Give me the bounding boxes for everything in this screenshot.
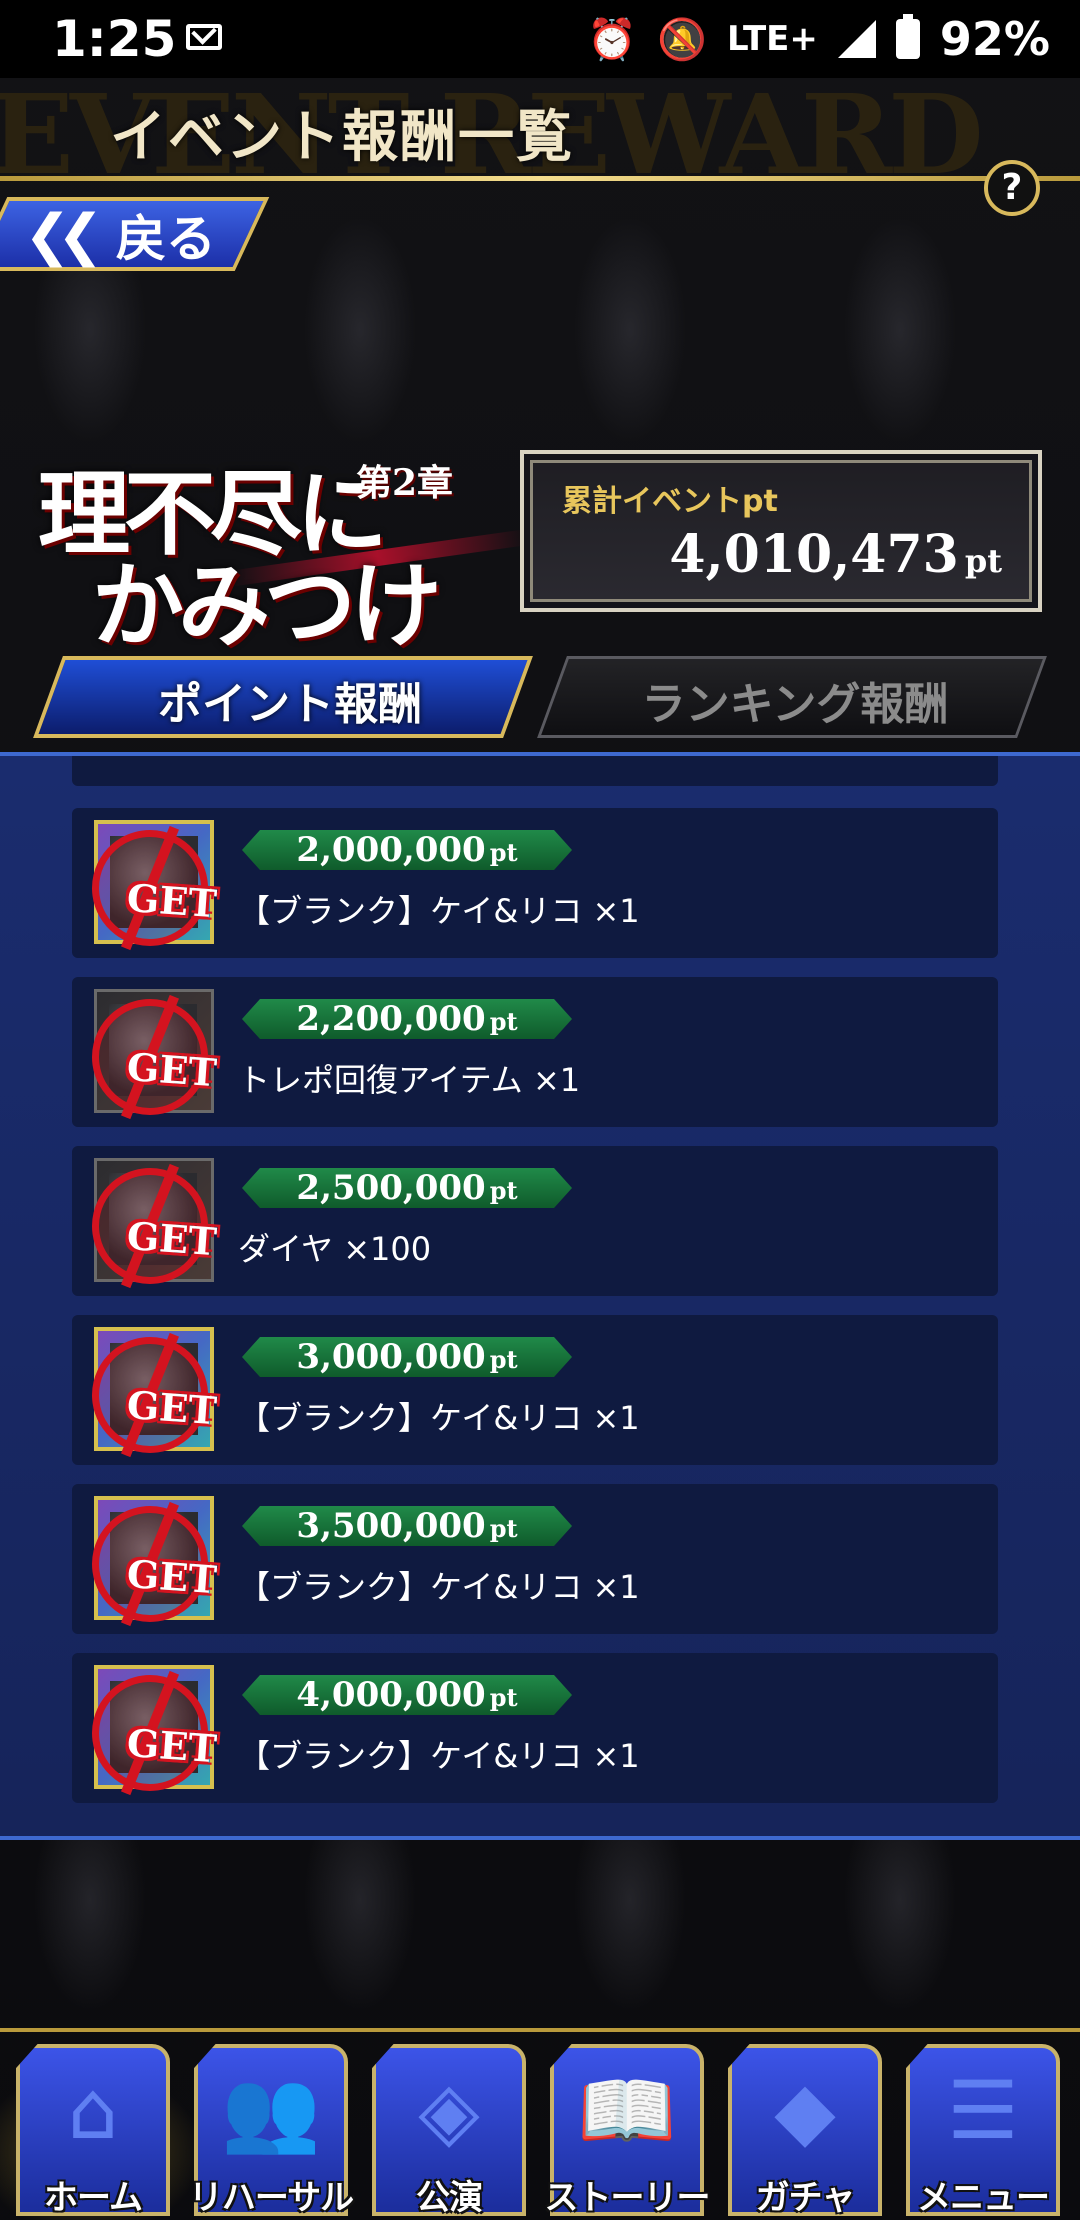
tab-point-rewards-label[interactable]: ポイント報酬 bbox=[60, 668, 520, 732]
rehearsal-icon: 👥 bbox=[221, 2064, 321, 2157]
event-points-box: 累計イベントpt 4,010,473 pt bbox=[520, 450, 1042, 612]
nav-menu-button[interactable]: ☰ メニュー bbox=[898, 2040, 1068, 2220]
reward-name: 【ブランク】ケイ&リコ ×1 bbox=[238, 1737, 640, 1775]
status-bar: 1:25 ⏰ 🔕 LTE+ 92% bbox=[0, 0, 1080, 78]
nav-label: ホーム bbox=[44, 2178, 143, 2218]
nav-rehearsal-button[interactable]: 👥 リハーサル bbox=[186, 2040, 356, 2220]
reward-row: GET 3,500,000 pt 【ブランク】ケイ&リコ ×1 bbox=[72, 1484, 998, 1634]
double-chevron-left-icon: ❮❮ bbox=[24, 202, 104, 268]
event-points-unit: pt bbox=[964, 542, 1002, 580]
reward-name: 【ブランク】ケイ&リコ ×1 bbox=[238, 1568, 640, 1606]
reward-points-badge: 2,500,000 pt bbox=[242, 1168, 572, 1208]
reward-row: GET 2,200,000 pt トレポ回復アイテム ×1 bbox=[72, 977, 998, 1127]
reward-name: 【ブランク】ケイ&リコ ×1 bbox=[238, 892, 640, 930]
reward-points-badge: 3,000,000 pt bbox=[242, 1337, 572, 1377]
mail-icon bbox=[186, 24, 222, 50]
reward-name: 【ブランク】ケイ&リコ ×1 bbox=[238, 1399, 640, 1437]
reward-points-unit: pt bbox=[489, 1007, 518, 1036]
alarm-icon: ⏰ bbox=[587, 16, 638, 63]
status-icons: ⏰ 🔕 LTE+ 92% bbox=[587, 12, 1050, 66]
nav-stage-button[interactable]: ◈ 公演 bbox=[364, 2040, 534, 2220]
nav-label: ストーリー bbox=[544, 2178, 711, 2218]
reward-points-badge: 3,500,000 pt bbox=[242, 1506, 572, 1546]
nav-label: リハーサル bbox=[188, 2178, 354, 2218]
page-title: イベント報酬一覧 bbox=[110, 105, 574, 170]
back-button-label: 戻る bbox=[115, 210, 216, 268]
nav-gacha-button[interactable]: ◆ ガチャ bbox=[720, 2040, 890, 2220]
reward-points: 2,200,000 bbox=[296, 999, 486, 1039]
event-points-number: 4,010,473 bbox=[669, 524, 959, 585]
tab-ranking-rewards-label[interactable]: ランキング報酬 bbox=[560, 668, 1030, 732]
story-icon: 📖 bbox=[577, 2064, 677, 2157]
reward-points: 2,500,000 bbox=[296, 1168, 486, 1208]
reward-row-partial bbox=[72, 756, 998, 786]
reward-points: 3,000,000 bbox=[296, 1337, 486, 1377]
event-points-value: 4,010,473 pt bbox=[669, 524, 1002, 585]
status-time: 1:25 bbox=[52, 10, 177, 68]
reward-points-unit: pt bbox=[489, 1345, 518, 1374]
nav-story-button[interactable]: 📖 ストーリー bbox=[542, 2040, 712, 2220]
get-stamp-text: GET bbox=[125, 1213, 219, 1265]
reward-points-badge: 2,200,000 pt bbox=[242, 999, 572, 1039]
reward-points-badge: 2,000,000 pt bbox=[242, 830, 572, 870]
header-divider bbox=[0, 176, 1080, 181]
get-stamp-text: GET bbox=[125, 1720, 219, 1772]
reward-list[interactable]: GET 2,000,000 pt 【ブランク】ケイ&リコ ×1 GET 2,200… bbox=[0, 752, 1080, 1840]
help-button[interactable]: ? bbox=[984, 160, 1040, 216]
reward-points-unit: pt bbox=[489, 1683, 518, 1712]
reward-points-badge: 4,000,000 pt bbox=[242, 1675, 572, 1715]
battery-percent: 92% bbox=[939, 12, 1050, 66]
get-stamp-text: GET bbox=[125, 1382, 219, 1434]
back-button-content[interactable]: ❮❮ 戻る bbox=[24, 200, 216, 270]
reward-points: 3,500,000 bbox=[296, 1506, 486, 1546]
nav-label: 公演 bbox=[416, 2178, 483, 2218]
signal-icon bbox=[837, 20, 876, 58]
reward-row: GET 3,000,000 pt 【ブランク】ケイ&リコ ×1 bbox=[72, 1315, 998, 1465]
nav-label: メニュー bbox=[917, 2178, 1050, 2218]
gacha-icon: ◆ bbox=[774, 2064, 836, 2157]
menu-icon: ☰ bbox=[947, 2064, 1019, 2157]
reward-points-unit: pt bbox=[489, 1514, 518, 1543]
reward-name: ダイヤ ×100 bbox=[238, 1230, 432, 1268]
bell-off-icon: 🔕 bbox=[657, 16, 707, 63]
get-stamp-text: GET bbox=[125, 1044, 219, 1096]
get-stamp-text: GET bbox=[125, 875, 219, 927]
reward-points: 2,000,000 bbox=[296, 830, 486, 870]
nav-home-button[interactable]: ⌂ ホーム bbox=[8, 2040, 178, 2220]
home-icon: ⌂ bbox=[67, 2064, 119, 2157]
event-logo: 理不尽に 第2章 かみつけ bbox=[38, 440, 528, 660]
stage-icon: ◈ bbox=[418, 2064, 480, 2157]
reward-points-unit: pt bbox=[489, 838, 518, 867]
nav-label: ガチャ bbox=[755, 2178, 856, 2218]
event-logo-line2: かみつけ bbox=[92, 552, 442, 660]
reward-points-unit: pt bbox=[489, 1176, 518, 1205]
event-logo-chapter: 第2章 bbox=[356, 462, 454, 504]
event-points-label: 累計イベントpt bbox=[562, 484, 778, 519]
reward-row: GET 2,500,000 pt ダイヤ ×100 bbox=[72, 1146, 998, 1296]
battery-charging-icon bbox=[895, 14, 920, 59]
reward-points: 4,000,000 bbox=[296, 1675, 486, 1715]
reward-name: トレポ回復アイテム ×1 bbox=[238, 1061, 581, 1099]
get-stamp-text: GET bbox=[125, 1551, 219, 1603]
network-type: LTE+ bbox=[726, 19, 818, 59]
reward-row: GET 4,000,000 pt 【ブランク】ケイ&リコ ×1 bbox=[72, 1653, 998, 1803]
reward-row: GET 2,000,000 pt 【ブランク】ケイ&リコ ×1 bbox=[72, 808, 998, 958]
